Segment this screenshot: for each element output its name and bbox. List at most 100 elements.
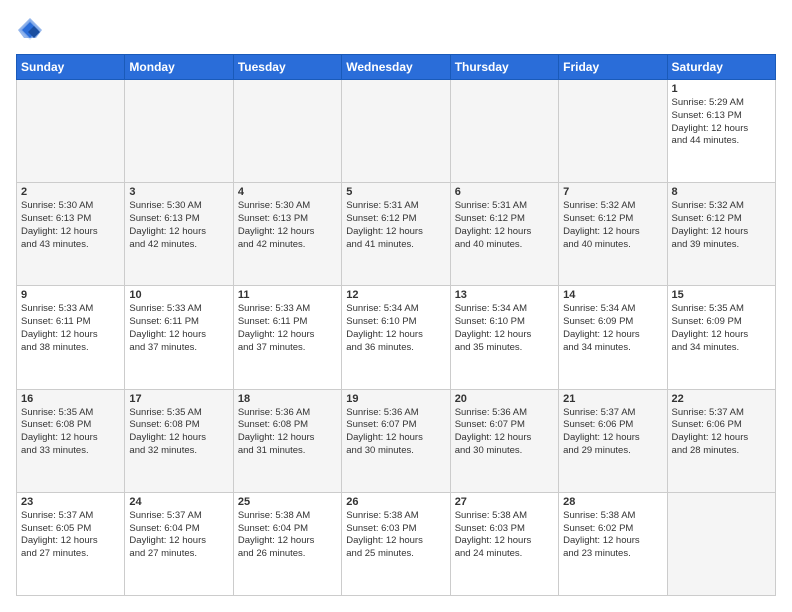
day-info: Sunrise: 5:30 AM Sunset: 6:13 PM Dayligh… (238, 200, 337, 251)
day-info: Sunrise: 5:32 AM Sunset: 6:12 PM Dayligh… (563, 200, 662, 251)
calendar-cell: 7 Sunrise: 5:32 AM Sunset: 6:12 PM Daylig… (559, 183, 667, 286)
calendar-cell: 23 Sunrise: 5:37 AM Sunset: 6:05 PM Dayli… (17, 492, 125, 595)
day-info: Sunrise: 5:31 AM Sunset: 6:12 PM Dayligh… (455, 200, 554, 251)
calendar-cell (559, 80, 667, 183)
day-info: Sunrise: 5:34 AM Sunset: 6:10 PM Dayligh… (455, 303, 554, 354)
day-info: Sunrise: 5:36 AM Sunset: 6:07 PM Dayligh… (455, 407, 554, 458)
day-info: Sunrise: 5:37 AM Sunset: 6:04 PM Dayligh… (129, 510, 228, 561)
weekday-header-tuesday: Tuesday (233, 55, 341, 80)
week-row-2: 2 Sunrise: 5:30 AM Sunset: 6:13 PM Daylig… (17, 183, 776, 286)
calendar-cell: 3 Sunrise: 5:30 AM Sunset: 6:13 PM Daylig… (125, 183, 233, 286)
weekday-header-sunday: Sunday (17, 55, 125, 80)
calendar-cell (17, 80, 125, 183)
day-info: Sunrise: 5:33 AM Sunset: 6:11 PM Dayligh… (129, 303, 228, 354)
day-number: 7 (563, 186, 662, 198)
day-info: Sunrise: 5:34 AM Sunset: 6:09 PM Dayligh… (563, 303, 662, 354)
header (16, 16, 776, 44)
day-number: 20 (455, 393, 554, 405)
day-number: 22 (672, 393, 771, 405)
calendar-cell: 10 Sunrise: 5:33 AM Sunset: 6:11 PM Dayli… (125, 286, 233, 389)
day-info: Sunrise: 5:32 AM Sunset: 6:12 PM Dayligh… (672, 200, 771, 251)
calendar-cell: 13 Sunrise: 5:34 AM Sunset: 6:10 PM Dayli… (450, 286, 558, 389)
calendar-cell: 17 Sunrise: 5:35 AM Sunset: 6:08 PM Dayli… (125, 389, 233, 492)
calendar-cell: 24 Sunrise: 5:37 AM Sunset: 6:04 PM Dayli… (125, 492, 233, 595)
calendar: SundayMondayTuesdayWednesdayThursdayFrid… (16, 54, 776, 596)
weekday-header-friday: Friday (559, 55, 667, 80)
day-info: Sunrise: 5:38 AM Sunset: 6:04 PM Dayligh… (238, 510, 337, 561)
day-number: 16 (21, 393, 120, 405)
calendar-cell: 27 Sunrise: 5:38 AM Sunset: 6:03 PM Dayli… (450, 492, 558, 595)
day-number: 21 (563, 393, 662, 405)
weekday-header-wednesday: Wednesday (342, 55, 450, 80)
calendar-cell (233, 80, 341, 183)
week-row-3: 9 Sunrise: 5:33 AM Sunset: 6:11 PM Daylig… (17, 286, 776, 389)
calendar-cell: 18 Sunrise: 5:36 AM Sunset: 6:08 PM Dayli… (233, 389, 341, 492)
week-row-4: 16 Sunrise: 5:35 AM Sunset: 6:08 PM Dayli… (17, 389, 776, 492)
day-info: Sunrise: 5:37 AM Sunset: 6:05 PM Dayligh… (21, 510, 120, 561)
day-number: 11 (238, 289, 337, 301)
day-number: 28 (563, 496, 662, 508)
week-row-5: 23 Sunrise: 5:37 AM Sunset: 6:05 PM Dayli… (17, 492, 776, 595)
day-number: 23 (21, 496, 120, 508)
day-number: 18 (238, 393, 337, 405)
day-info: Sunrise: 5:38 AM Sunset: 6:02 PM Dayligh… (563, 510, 662, 561)
calendar-cell: 19 Sunrise: 5:36 AM Sunset: 6:07 PM Dayli… (342, 389, 450, 492)
day-info: Sunrise: 5:35 AM Sunset: 6:09 PM Dayligh… (672, 303, 771, 354)
day-info: Sunrise: 5:30 AM Sunset: 6:13 PM Dayligh… (129, 200, 228, 251)
day-number: 4 (238, 186, 337, 198)
calendar-cell: 21 Sunrise: 5:37 AM Sunset: 6:06 PM Dayli… (559, 389, 667, 492)
day-info: Sunrise: 5:37 AM Sunset: 6:06 PM Dayligh… (563, 407, 662, 458)
day-info: Sunrise: 5:38 AM Sunset: 6:03 PM Dayligh… (346, 510, 445, 561)
calendar-cell: 20 Sunrise: 5:36 AM Sunset: 6:07 PM Dayli… (450, 389, 558, 492)
day-info: Sunrise: 5:36 AM Sunset: 6:08 PM Dayligh… (238, 407, 337, 458)
calendar-cell: 14Sunrise: 5:34 AM Sunset: 6:09 PM Dayli… (559, 286, 667, 389)
calendar-cell: 12Sunrise: 5:34 AM Sunset: 6:10 PM Dayli… (342, 286, 450, 389)
calendar-cell (667, 492, 775, 595)
calendar-cell: 8Sunrise: 5:32 AM Sunset: 6:12 PM Daylig… (667, 183, 775, 286)
calendar-cell: 9 Sunrise: 5:33 AM Sunset: 6:11 PM Daylig… (17, 286, 125, 389)
calendar-cell: 16 Sunrise: 5:35 AM Sunset: 6:08 PM Dayli… (17, 389, 125, 492)
day-number: 26 (346, 496, 445, 508)
day-info: Sunrise: 5:35 AM Sunset: 6:08 PM Dayligh… (21, 407, 120, 458)
calendar-cell: 2 Sunrise: 5:30 AM Sunset: 6:13 PM Daylig… (17, 183, 125, 286)
day-info: Sunrise: 5:30 AM Sunset: 6:13 PM Dayligh… (21, 200, 120, 251)
day-number: 5 (346, 186, 445, 198)
day-number: 24 (129, 496, 228, 508)
day-number: 25 (238, 496, 337, 508)
week-row-1: 1 Sunrise: 5:29 AM Sunset: 6:13 PM Daylig… (17, 80, 776, 183)
day-number: 13 (455, 289, 554, 301)
day-number: 3 (129, 186, 228, 198)
day-info: Sunrise: 5:37 AM Sunset: 6:06 PM Dayligh… (672, 407, 771, 458)
day-info: Sunrise: 5:31 AM Sunset: 6:12 PM Dayligh… (346, 200, 445, 251)
calendar-cell: 26 Sunrise: 5:38 AM Sunset: 6:03 PM Dayli… (342, 492, 450, 595)
day-info: Sunrise: 5:33 AM Sunset: 6:11 PM Dayligh… (238, 303, 337, 354)
calendar-cell: 25 Sunrise: 5:38 AM Sunset: 6:04 PM Dayli… (233, 492, 341, 595)
day-number: 15 (672, 289, 771, 301)
calendar-cell: 6Sunrise: 5:31 AM Sunset: 6:12 PM Daylig… (450, 183, 558, 286)
day-number: 17 (129, 393, 228, 405)
day-info: Sunrise: 5:36 AM Sunset: 6:07 PM Dayligh… (346, 407, 445, 458)
logo-icon (16, 16, 44, 44)
day-info: Sunrise: 5:29 AM Sunset: 6:13 PM Dayligh… (672, 97, 771, 148)
day-info: Sunrise: 5:35 AM Sunset: 6:08 PM Dayligh… (129, 407, 228, 458)
weekday-header-saturday: Saturday (667, 55, 775, 80)
logo (16, 16, 48, 44)
day-number: 1 (672, 83, 771, 95)
calendar-cell: 28 Sunrise: 5:38 AM Sunset: 6:02 PM Dayli… (559, 492, 667, 595)
calendar-cell: 4 Sunrise: 5:30 AM Sunset: 6:13 PM Daylig… (233, 183, 341, 286)
day-info: Sunrise: 5:38 AM Sunset: 6:03 PM Dayligh… (455, 510, 554, 561)
weekday-header-monday: Monday (125, 55, 233, 80)
day-number: 2 (21, 186, 120, 198)
day-number: 10 (129, 289, 228, 301)
weekday-header-row: SundayMondayTuesdayWednesdayThursdayFrid… (17, 55, 776, 80)
page: SundayMondayTuesdayWednesdayThursdayFrid… (0, 0, 792, 612)
calendar-cell: 15 Sunrise: 5:35 AM Sunset: 6:09 PM Dayli… (667, 286, 775, 389)
day-number: 27 (455, 496, 554, 508)
calendar-cell (450, 80, 558, 183)
calendar-cell: 5 Sunrise: 5:31 AM Sunset: 6:12 PM Daylig… (342, 183, 450, 286)
calendar-cell (125, 80, 233, 183)
day-number: 9 (21, 289, 120, 301)
day-number: 12 (346, 289, 445, 301)
day-number: 19 (346, 393, 445, 405)
day-info: Sunrise: 5:33 AM Sunset: 6:11 PM Dayligh… (21, 303, 120, 354)
